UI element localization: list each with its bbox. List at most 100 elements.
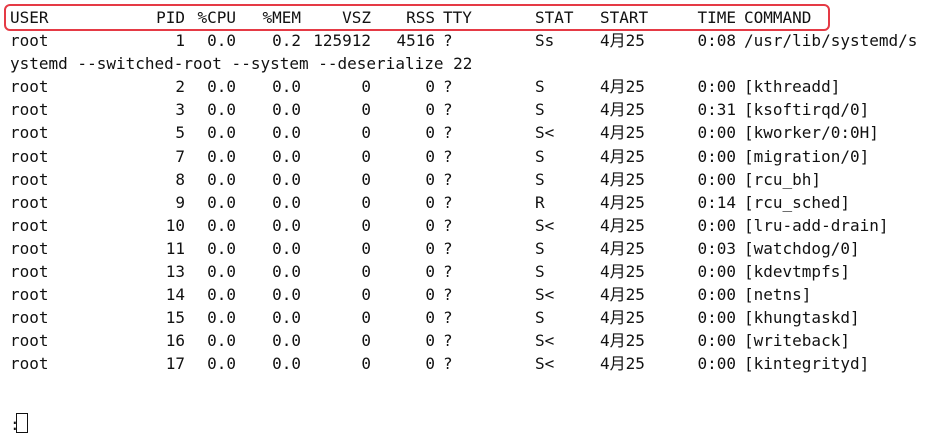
process-row: root 8 0.0 0.0 0 0? S 4月25 0:00 [rcu_bh] [10,168,940,191]
cell-command: [ksoftirqd/0] [744,100,870,120]
cell-rss: 0 [425,285,435,305]
cell-rss: 0 [425,77,435,97]
cell-stat: Ss [535,31,555,50]
cell-vsz: 0 [361,215,371,235]
cell-time: 0:00 [697,331,736,351]
cell-cpu: 0.0 [207,285,236,305]
cell-user: root [10,169,49,189]
cell-command: [kworker/0:0H] [744,123,879,143]
header-tty: TTY [443,8,472,27]
cell-tty: ? [443,123,453,143]
cell-stat: S< [535,215,555,235]
cell-cpu: 0.0 [207,354,236,374]
cell-rss: 0 [425,262,435,281]
cell-rss: 0 [425,238,435,258]
cell-user: root [10,215,49,235]
header-time: TIME [697,8,736,27]
cell-command: [writeback] [744,331,850,351]
cell-tty: ? [443,192,453,212]
cell-pid: 2 [175,77,185,97]
cell-start: 4月25 [600,77,645,97]
cell-user: root [10,77,49,97]
process-row: root 16 0.0 0.0 0 0? S< 4月25 0:00 [writeback] [10,329,940,352]
cell-stat: R [535,192,545,212]
cell-start: 4月25 [600,146,645,166]
cell-cpu: 0.0 [207,169,236,189]
cell-tty: ? [443,146,453,166]
cell-start: 4月25 [600,192,645,212]
cell-tty: ? [443,169,453,189]
cell-stat: S< [535,285,555,305]
cell-vsz: 0 [361,77,371,97]
cell-rss: 0 [425,215,435,235]
cell-stat: S< [535,354,555,374]
cell-start: 4月25 [600,354,645,374]
cell-user: root [10,146,49,166]
cell-user: root [10,100,49,120]
cell-start: 4月25 [600,169,645,189]
cell-cpu: 0.0 [207,238,236,258]
process-row: root 11 0.0 0.0 0 0? S 4月25 0:03 [watchdog/0] [10,237,940,260]
cell-tty: ? [443,331,453,351]
cell-user: root [10,354,49,374]
cell-vsz: 0 [361,146,371,166]
cell-time: 0:00 [697,215,736,235]
header-pid: PID [156,8,185,27]
cell-stat: S [535,238,545,258]
cell-pid: 13 [165,262,185,281]
header-start: START [600,8,649,27]
cell-command: [kdevtmpfs] [744,262,850,281]
cell-rss: 0 [425,100,435,120]
process-row: root 2 0.0 0.0 0 0? S 4月25 0:00 [kthreadd] [10,75,940,98]
cell-tty: ? [443,31,453,50]
cell-tty: ? [443,100,453,120]
cell-pid: 5 [175,123,185,143]
cell-pid: 10 [165,215,185,235]
process-row: root 15 0.0 0.0 0 0? S 4月25 0:00 [khungtaskd] [10,306,940,329]
cell-command: [lru-add-drain] [744,215,889,235]
cell-vsz: 0 [361,238,371,258]
cell-pid: 8 [175,169,185,189]
cell-command: [kintegrityd] [744,354,870,374]
cell-start: 4月25 [600,238,645,258]
cell-vsz: 0 [361,262,371,281]
cell-start: 4月25 [600,308,645,328]
cell-time: 0:00 [697,285,736,305]
header-vsz: VSZ [342,8,371,27]
cell-mem: 0.0 [272,169,301,189]
cell-time: 0:00 [697,308,736,328]
cell-mem: 0.0 [272,215,301,235]
process-row-continuation: ystemd --switched-root --system --deseri… [10,54,473,74]
cell-start: 4月25 [600,100,645,120]
cell-user: root [10,31,49,50]
cell-stat: S [535,146,545,166]
cell-cpu: 0.0 [207,123,236,143]
cell-cpu: 0.0 [207,146,236,166]
cell-start: 4月25 [600,262,645,281]
cell-start: 4月25 [600,123,645,143]
cell-command: /usr/lib/systemd/s [744,31,918,50]
cell-time: 0:00 [697,77,736,97]
cell-time: 0:00 [697,262,736,281]
cell-vsz: 0 [361,100,371,120]
cell-mem: 0.0 [272,308,301,328]
process-row: root 1 0.0 0.2 125912 4516? Ss 4月25 0:08/usr/lib… [10,29,940,52]
cell-cpu: 0.0 [207,331,236,351]
cell-pid: 15 [165,308,185,328]
cell-mem: 0.0 [272,146,301,166]
cell-tty: ? [443,262,453,281]
cell-cpu: 0.0 [207,192,236,212]
cell-pid: 16 [165,331,185,351]
cell-stat: S< [535,123,555,143]
cell-cpu: 0.0 [207,77,236,97]
cell-command: [migration/0] [744,146,870,166]
cell-stat: S [535,308,545,328]
cell-start: 4月25 [600,285,645,305]
cell-vsz: 0 [361,192,371,212]
cell-start: 4月25 [600,215,645,235]
cell-time: 0:08 [697,31,736,50]
header-user: USER [10,8,49,27]
cell-cpu: 0.0 [207,100,236,120]
terminal-window[interactable]: USER PID %CPU %MEM VSZ RSS TTY STAT STAR… [0,0,948,440]
cell-time: 0:00 [697,354,736,374]
